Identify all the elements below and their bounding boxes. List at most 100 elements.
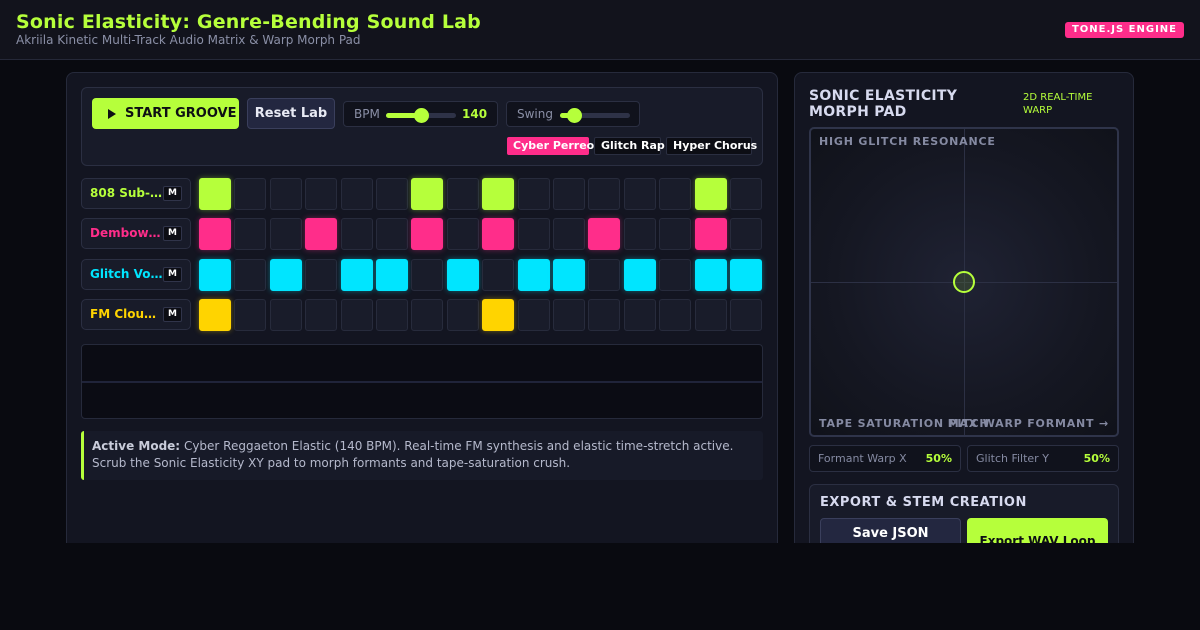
export-title: EXPORT & STEM CREATION [820, 495, 1027, 510]
bpm-slider[interactable] [386, 108, 456, 123]
track-mute-button[interactable]: M [163, 307, 182, 322]
step-cell[interactable] [234, 299, 266, 331]
step-cell[interactable] [588, 259, 620, 291]
step-cell[interactable] [588, 299, 620, 331]
step-cell[interactable] [411, 299, 443, 331]
step-cell-active[interactable] [695, 259, 727, 291]
morph-pad-subtitle: 2D REAL-TIME WARP [1023, 92, 1093, 116]
step-cell[interactable] [376, 218, 408, 250]
active-mode-heading: Active Mode: [92, 439, 181, 453]
step-cell[interactable] [659, 178, 691, 210]
step-cell[interactable] [447, 299, 479, 331]
swing-slider[interactable] [560, 108, 630, 123]
step-cell[interactable] [659, 218, 691, 250]
step-cell-active[interactable] [199, 299, 231, 331]
step-cell-active[interactable] [695, 178, 727, 210]
track-label: Glitch VocalsM [81, 259, 191, 290]
preset-hyper-chorus[interactable]: Hyper Chorus [666, 137, 757, 155]
step-cell[interactable] [553, 218, 585, 250]
step-cell-active[interactable] [199, 259, 231, 291]
step-cell-active[interactable] [199, 178, 231, 210]
track-mute-button[interactable]: M [163, 226, 182, 241]
formant-warp-label: Formant Warp X [818, 452, 907, 465]
step-cell[interactable] [234, 259, 266, 291]
step-cell[interactable] [305, 178, 337, 210]
step-cell-active[interactable] [376, 259, 408, 291]
step-cell-active[interactable] [270, 259, 302, 291]
step-cell[interactable] [518, 178, 550, 210]
save-json-button[interactable]: Save JSON [820, 518, 961, 543]
waveform-visualizer [81, 344, 763, 419]
step-cell[interactable] [553, 299, 585, 331]
preset-glitch-rap[interactable]: Glitch Rap [594, 137, 665, 155]
step-cell-active[interactable] [624, 259, 656, 291]
step-cell-active[interactable] [482, 218, 514, 250]
step-cell[interactable] [341, 299, 373, 331]
glitch-filter-label: Glitch Filter Y [976, 452, 1049, 465]
step-cell[interactable] [341, 178, 373, 210]
step-cell[interactable] [624, 218, 656, 250]
step-cell-active[interactable] [341, 259, 373, 291]
step-cell[interactable] [518, 299, 550, 331]
step-cell[interactable] [376, 299, 408, 331]
step-cell[interactable] [305, 259, 337, 291]
step-cell[interactable] [659, 299, 691, 331]
waveform-baseline [82, 381, 762, 383]
step-cell[interactable] [234, 218, 266, 250]
morph-pad-title: SONIC ELASTICITY MORPH PAD [809, 88, 958, 120]
step-cell[interactable] [270, 218, 302, 250]
step-cell[interactable] [730, 178, 762, 210]
step-cell[interactable] [659, 259, 691, 291]
step-cell-active[interactable] [695, 218, 727, 250]
step-cell[interactable] [624, 299, 656, 331]
step-cell[interactable] [411, 259, 443, 291]
step-cell[interactable] [447, 218, 479, 250]
step-cell[interactable] [730, 218, 762, 250]
step-cell[interactable] [553, 178, 585, 210]
bpm-slider-thumb[interactable] [414, 108, 429, 123]
step-cell[interactable] [730, 299, 762, 331]
preset-cyber-perreo[interactable]: Cyber Perreo [507, 137, 594, 155]
step-cell-active[interactable] [730, 259, 762, 291]
xy-morph-pad[interactable]: HIGH GLITCH RESONANCE TAPE SATURATION PI… [809, 127, 1119, 437]
step-cell[interactable] [270, 178, 302, 210]
step-cell-active[interactable] [482, 299, 514, 331]
main-stage: START GROOVE Reset Lab BPM 140 Swing Cyb… [0, 60, 1200, 543]
step-cell[interactable] [482, 259, 514, 291]
pad-puck[interactable] [953, 271, 975, 293]
swing-slider-thumb[interactable] [567, 108, 582, 123]
step-cell-active[interactable] [305, 218, 337, 250]
glitch-filter-value: 50% [1083, 452, 1110, 465]
track-mute-button[interactable]: M [163, 186, 182, 201]
step-cell[interactable] [518, 218, 550, 250]
formant-warp-readout: Formant Warp X 50% [809, 445, 961, 472]
track-name: Dembow Kick [90, 226, 163, 240]
step-cell-active[interactable] [588, 218, 620, 250]
step-cell[interactable] [305, 299, 337, 331]
step-cell[interactable] [376, 178, 408, 210]
app-subtitle: Akriila Kinetic Multi-Track Audio Matrix… [16, 33, 361, 47]
formant-warp-value: 50% [925, 452, 952, 465]
step-cell[interactable] [270, 299, 302, 331]
step-cell[interactable] [588, 178, 620, 210]
step-cell-active[interactable] [482, 178, 514, 210]
track-mute-button[interactable]: M [163, 267, 182, 282]
step-cell-active[interactable] [411, 218, 443, 250]
step-cell-active[interactable] [447, 259, 479, 291]
step-cell-active[interactable] [518, 259, 550, 291]
export-wav-button[interactable]: Export WAV Loop [967, 518, 1108, 543]
start-groove-button[interactable]: START GROOVE [92, 98, 239, 129]
active-mode-text: Cyber Reggaeton Elastic (140 BPM). Real-… [92, 439, 734, 470]
reset-lab-button[interactable]: Reset Lab [247, 98, 335, 129]
export-section: EXPORT & STEM CREATION Save JSON Export … [809, 484, 1119, 543]
step-cell[interactable] [695, 299, 727, 331]
step-cell-active[interactable] [553, 259, 585, 291]
active-mode-info: Active Mode: Cyber Reggaeton Elastic (14… [81, 431, 763, 480]
step-cell-active[interactable] [199, 218, 231, 250]
step-cell[interactable] [447, 178, 479, 210]
step-cell[interactable] [234, 178, 266, 210]
step-cell[interactable] [341, 218, 373, 250]
morph-pad-panel: SONIC ELASTICITY MORPH PAD 2D REAL-TIME … [794, 72, 1134, 543]
step-cell-active[interactable] [411, 178, 443, 210]
step-cell[interactable] [624, 178, 656, 210]
